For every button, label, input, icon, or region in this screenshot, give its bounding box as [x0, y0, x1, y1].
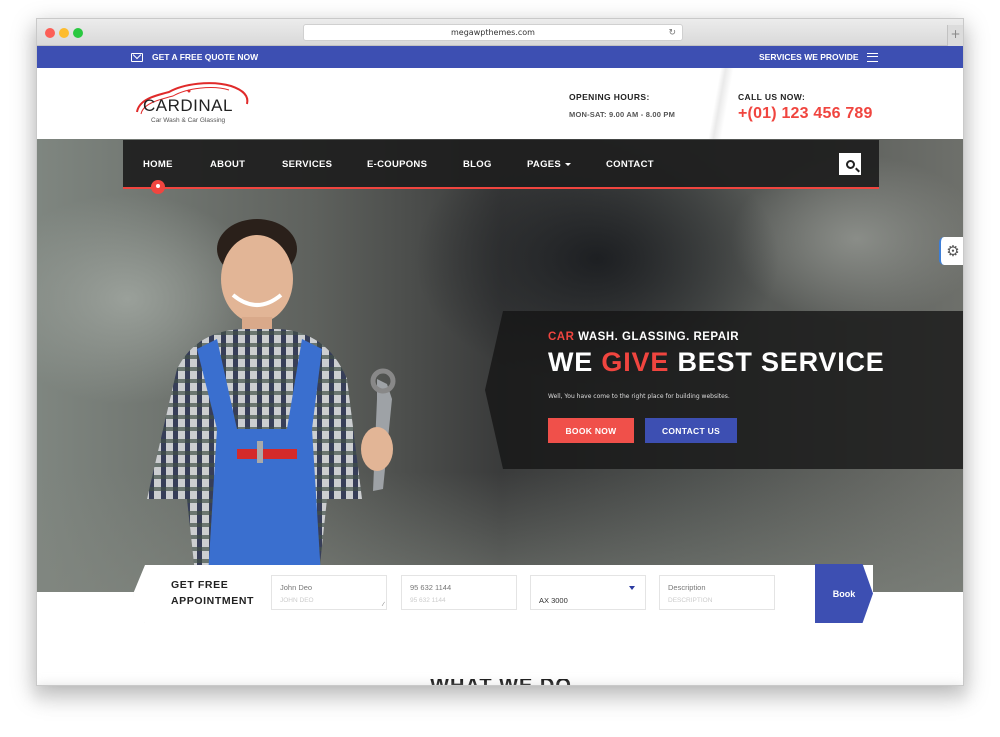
model-select[interactable]: AX 3000: [530, 575, 646, 610]
page-stage: megawpthemes.com ↻ + GET A FREE QUOTE NO…: [0, 0, 1000, 737]
nav-item-pages[interactable]: PAGES: [527, 159, 572, 170]
logo-name: CARDINAL: [143, 96, 233, 115]
site-header: CARDINAL Car Wash & Car Glassing OPENING…: [37, 68, 963, 139]
maximize-window-button[interactable]: [73, 28, 83, 38]
caret-down-icon: [565, 162, 572, 166]
close-window-button[interactable]: [45, 28, 55, 38]
name-field[interactable]: John Deo JOHN DEO ∕: [271, 575, 387, 610]
nav-item-about[interactable]: ABOUT: [210, 159, 245, 170]
nav-item-contact[interactable]: CONTACT: [606, 159, 654, 170]
mail-icon: [131, 52, 143, 62]
call-us: CALL US NOW: +(01) 123 456 789: [738, 92, 873, 123]
phone-field[interactable]: 95 632 1144 95 632 1144: [401, 575, 517, 610]
nav-item-home[interactable]: HOME: [143, 159, 173, 170]
nav-item-blog[interactable]: BLOG: [463, 159, 492, 170]
dropdown-arrow-icon: [629, 586, 635, 590]
new-tab-button[interactable]: +: [947, 25, 963, 46]
hamburger-icon: [866, 52, 878, 62]
url-text: megawpthemes.com: [451, 28, 535, 37]
call-title: CALL US NOW:: [738, 92, 806, 102]
browser-chrome: megawpthemes.com ↻ +: [37, 19, 963, 46]
minimize-window-button[interactable]: [59, 28, 69, 38]
panel-arrow: [485, 311, 503, 469]
browser-window: megawpthemes.com ↻ + GET A FREE QUOTE NO…: [36, 18, 964, 686]
header-divider: [697, 68, 737, 139]
hero-heading-part2: BEST SERVICE: [669, 347, 885, 377]
logo-tagline: Car Wash & Car Glassing: [151, 117, 226, 124]
contact-us-button[interactable]: CONTACT US: [645, 418, 737, 443]
gear-icon: ⚙: [946, 242, 960, 260]
book-now-button[interactable]: BOOK NOW: [548, 418, 634, 443]
model-selected: AX 3000: [539, 596, 568, 605]
hero-subtitle: CAR WASH. GLASSING. REPAIR: [548, 331, 739, 343]
hero-heading: WE GIVE BEST SERVICE: [548, 347, 885, 378]
name-placeholder: JOHN DEO: [280, 597, 314, 604]
top-bar: GET A FREE QUOTE NOW SERVICES WE PROVIDE: [37, 46, 963, 68]
nav-item-e-coupons[interactable]: E-COUPONS: [367, 159, 427, 170]
services-menu-link[interactable]: SERVICES WE PROVIDE: [759, 52, 878, 62]
name-value: John Deo: [280, 583, 313, 592]
hero-description: Well, You have come to the right place f…: [548, 393, 730, 400]
hero-heading-part1: WE: [548, 347, 602, 377]
description-placeholder: DESCRIPTION: [668, 597, 713, 604]
phone-value: 95 632 1144: [410, 583, 452, 592]
search-button[interactable]: [839, 153, 861, 175]
nav-active-indicator: [151, 180, 165, 194]
search-icon: [845, 159, 855, 169]
hero-subtitle-accent: CAR: [548, 331, 575, 343]
hero-subtitle-rest: WASH. GLASSING. REPAIR: [574, 331, 740, 343]
appointment-label: GET FREE APPOINTMENT: [171, 577, 254, 609]
phone-placeholder: 95 632 1144: [410, 597, 446, 604]
free-quote-label: GET A FREE QUOTE NOW: [152, 52, 259, 62]
description-value: Description: [668, 583, 706, 592]
hero-section: CAR WASH. GLASSING. REPAIR WE GIVE BEST …: [37, 139, 963, 592]
site-logo[interactable]: CARDINAL Car Wash & Car Glassing: [131, 78, 261, 128]
resize-handle-icon[interactable]: ∕: [383, 602, 384, 608]
appointment-form: GET FREE APPOINTMENT John Deo JOHN DEO ∕ …: [133, 565, 873, 623]
description-field[interactable]: Description DESCRIPTION: [659, 575, 775, 610]
appointment-label-line1: GET FREE: [171, 579, 229, 591]
settings-toggle[interactable]: ⚙: [939, 237, 963, 265]
mechanic-image: [147, 219, 396, 592]
services-label: SERVICES WE PROVIDE: [759, 52, 859, 62]
hero-heading-accent: GIVE: [601, 347, 670, 377]
phone-number[interactable]: +(01) 123 456 789: [738, 105, 873, 123]
appointment-label-line2: APPOINTMENT: [171, 595, 255, 607]
opening-hours: OPENING HOURS: MON-SAT: 9.00 AM - 8.00 P…: [569, 92, 675, 119]
hero-caption-panel: CAR WASH. GLASSING. REPAIR WE GIVE BEST …: [485, 311, 963, 469]
book-submit-button[interactable]: Book: [815, 564, 873, 623]
nav-item-services[interactable]: SERVICES: [282, 159, 332, 170]
address-bar[interactable]: megawpthemes.com ↻: [303, 24, 683, 41]
free-quote-link[interactable]: GET A FREE QUOTE NOW: [131, 52, 258, 62]
section-title-what-we-do: WHAT WE DO: [37, 679, 963, 685]
main-nav: HOME ABOUT SERVICES E-COUPONS BLOG PAGES…: [123, 140, 879, 194]
hours-title: OPENING HOURS:: [569, 92, 650, 102]
nav-pages-label: PAGES: [527, 159, 562, 170]
reload-icon[interactable]: ↻: [668, 25, 676, 41]
hours-value: MON-SAT: 9.00 AM - 8.00 PM: [569, 110, 676, 119]
